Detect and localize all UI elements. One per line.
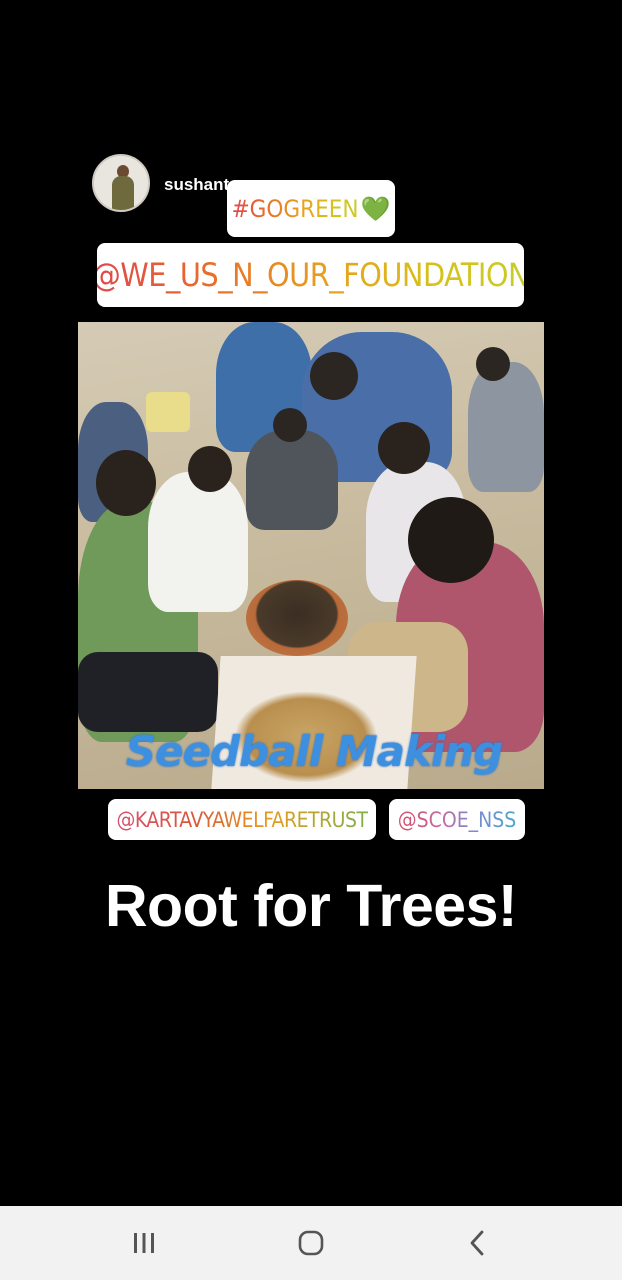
photo-caption: Seedball Making [125, 727, 504, 776]
hashtag-text: #GOGREEN [231, 194, 359, 223]
photo-mud-bowl [246, 580, 348, 656]
mention-text: @SCOE_NSS [397, 807, 517, 832]
photo-person [188, 446, 232, 492]
story-view[interactable]: sushantsy #GOGREEN 💚 @WE_US_N_OUR_FOUNDA… [0, 0, 622, 1206]
home-icon [298, 1230, 324, 1256]
photo-person [78, 652, 218, 732]
photo-person [246, 430, 338, 530]
back-icon [470, 1230, 484, 1256]
mention-sticker-nss[interactable]: @SCOE_NSS [389, 799, 525, 840]
photo-person [310, 352, 358, 400]
photo-person [408, 497, 494, 583]
recent-apps-button[interactable] [114, 1213, 174, 1273]
story-photo: Seedball Making [78, 322, 544, 789]
green-heart-icon: 💚 [360, 194, 391, 223]
avatar-person-body [112, 176, 134, 210]
home-button[interactable] [281, 1213, 341, 1273]
mention-text: @WE_US_N_OUR_FOUNDATION [97, 256, 524, 294]
photo-person [273, 408, 307, 442]
photo-person [468, 362, 544, 492]
back-button[interactable] [448, 1213, 508, 1273]
photo-person [96, 450, 156, 516]
mention-sticker-foundation[interactable]: @WE_US_N_OUR_FOUNDATION [97, 243, 524, 307]
recent-apps-icon [133, 1233, 154, 1253]
profile-avatar[interactable] [92, 154, 150, 212]
system-nav-bar [0, 1206, 622, 1280]
photo-person [476, 347, 510, 381]
photo-person [146, 392, 190, 432]
mention-sticker-trust[interactable]: @KARTAVYAWELFARETRUST [108, 799, 376, 840]
photo-person [148, 472, 248, 612]
hashtag-sticker[interactable]: #GOGREEN 💚 [227, 180, 395, 237]
photo-person [378, 422, 430, 474]
story-headline: Root for Trees! [104, 873, 518, 939]
mention-text: @KARTAVYAWELFARETRUST [116, 807, 368, 832]
